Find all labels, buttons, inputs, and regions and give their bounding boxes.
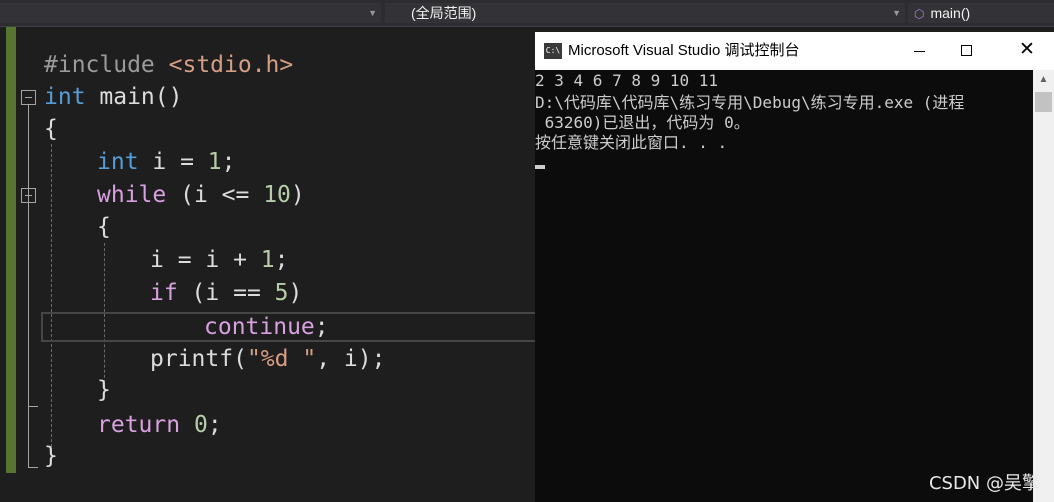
console-line: D:\代码库\代码库\练习专用\Debug\练习专用.exe (进程 [535,93,965,112]
collapse-main-icon[interactable] [21,90,36,105]
indent-guide [51,144,52,462]
watermark: CSDN @吴擎 [928,473,1040,494]
code-line-include: #include <stdio.h> [44,52,294,78]
close-icon: ✕ [1019,39,1035,60]
outline-line-end [28,406,38,407]
project-dropdown[interactable]: ▼ [0,3,381,23]
debug-console-window: C:\ Microsoft Visual Studio 调试控制台 ✕ 2 3 … [535,32,1054,502]
code-editor[interactable]: #include <stdio.h> int main() { int i = … [0,27,535,502]
console-cursor [535,165,545,169]
code-line-continue: continue; [204,314,329,340]
code-line-close-brace: } [44,443,58,469]
console-line: 按任意键关闭此窗口. . . [535,133,728,152]
console-scrollbar[interactable]: ▲ [1033,70,1054,502]
outline-line [28,105,29,467]
scroll-up-icon[interactable]: ▲ [1033,70,1054,90]
code-line-increment: i = i + 1; [150,247,289,273]
code-line-open-brace: { [44,116,58,142]
chevron-down-icon: ▼ [368,8,377,18]
code-line-int-i: int i = 1; [97,149,236,175]
function-dropdown[interactable]: ⬡ main() [908,3,1054,23]
scope-label: (全局范围) [411,5,477,21]
outline-line-end [28,467,38,468]
console-output[interactable]: 2 3 4 6 7 8 9 10 11 D:\代码库\代码库\练习专用\Debu… [535,70,1033,502]
minimize-icon [914,51,925,52]
change-tracking-bar [6,27,16,473]
collapse-while-icon[interactable] [21,188,36,203]
close-button[interactable]: ✕ [1005,32,1051,70]
chevron-down-icon: ▼ [892,8,901,18]
maximize-icon [961,45,972,56]
console-title: Microsoft Visual Studio 调试控制台 [568,42,800,59]
console-app-icon: C:\ [544,43,562,59]
code-line-main: int main() [44,84,183,110]
scope-dropdown[interactable]: (全局范围) ▼ [385,3,905,23]
code-line-while-brace: { [97,214,111,240]
navigation-bar: ▼ (全局范围) ▼ ⬡ main() [0,0,1054,27]
code-line-printf: printf("%d ", i); [150,346,386,372]
code-line-while: while (i <= 10) [97,182,305,208]
console-line: 2 3 4 6 7 8 9 10 11 [535,71,719,90]
code-line-return: return 0; [97,412,222,438]
scrollbar-thumb[interactable] [1035,92,1052,112]
console-titlebar[interactable]: C:\ Microsoft Visual Studio 调试控制台 ✕ [535,32,1054,70]
code-line-if: if (i == 5) [150,280,303,306]
code-line-while-close: } [97,377,111,403]
function-label: main() [930,5,971,21]
maximize-button[interactable] [943,32,989,70]
console-line: 63260)已退出，代码为 0。 [535,113,750,132]
minimize-button[interactable] [897,32,943,70]
method-cube-icon: ⬡ [914,7,925,21]
